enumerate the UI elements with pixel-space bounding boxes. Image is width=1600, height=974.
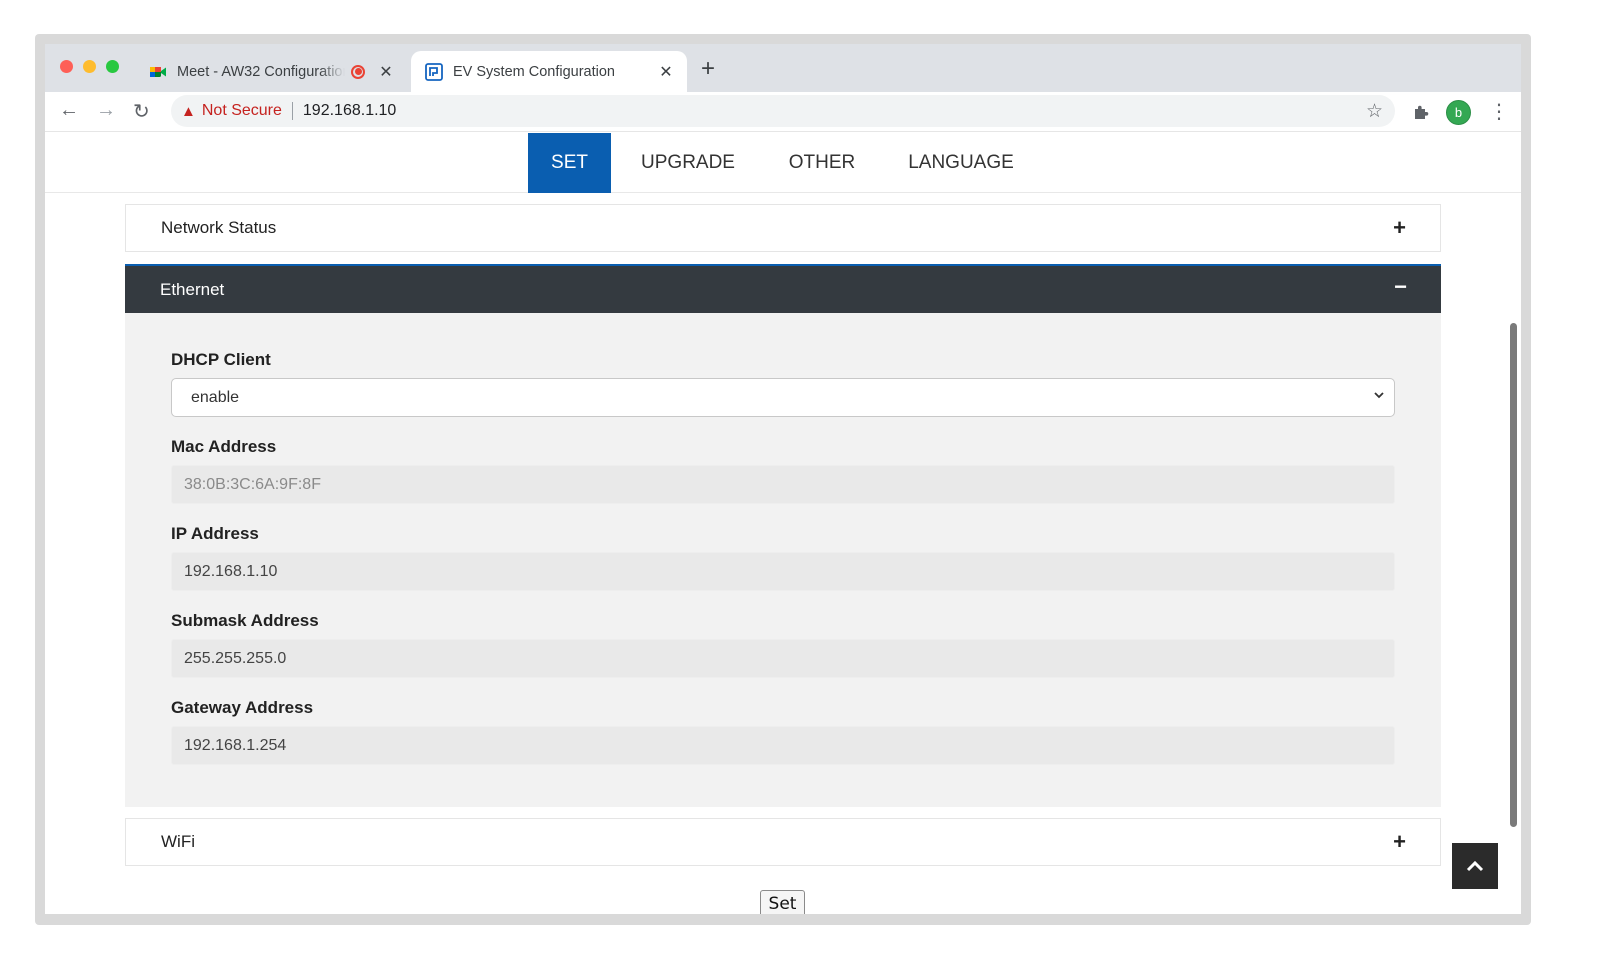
expand-plus-icon[interactable]: + [1393,829,1406,855]
gateway-address-value: 192.168.1.254 [184,736,287,754]
maximize-window-button[interactable] [106,60,119,73]
close-tab-icon[interactable]: ✕ [655,62,677,82]
expand-plus-icon[interactable]: + [1393,215,1406,241]
ethernet-header[interactable]: Ethernet − [125,264,1441,313]
browser-window: Meet - AW32 Configuration ✕ EV System Co… [45,44,1521,914]
back-arrow-icon[interactable]: ← [59,99,79,122]
set-button[interactable]: Set [760,890,805,914]
tab-ev-config-title: EV System Configuration [453,63,615,80]
close-window-button[interactable] [60,60,73,73]
ip-address-label: IP Address [171,524,259,543]
nav-upgrade[interactable]: UPGRADE [631,133,745,193]
site-favicon [425,62,443,81]
bookmark-star-icon[interactable]: ☆ [1366,100,1383,123]
profile-avatar[interactable]: b [1446,100,1471,125]
mac-address-field: 38:0B:3C:6A:9F:8F [171,465,1395,504]
ip-address-value: 192.168.1.10 [184,562,278,580]
forward-arrow-icon[interactable]: → [96,99,116,122]
extensions-puzzle-icon[interactable] [1412,103,1430,121]
address-bar[interactable]: ▲ Not Secure 192.168.1.10 ☆ [171,95,1395,127]
reload-icon[interactable]: ↻ [133,99,150,124]
address-divider [291,102,293,120]
browser-toolbar: ← → ↻ ▲ Not Secure 192.168.1.10 ☆ b ⋮ [45,92,1521,132]
nav-other[interactable]: OTHER [778,133,866,193]
network-status-title: Network Status [161,218,277,237]
mac-address-label: Mac Address [171,437,277,456]
mac-address-value: 38:0B:3C:6A:9F:8F [184,475,321,493]
chevron-up-icon [1466,860,1484,872]
not-secure-label[interactable]: Not Secure [202,102,282,120]
ethernet-panel: DHCP Client enable Mac Address 38:0B:3C:… [125,313,1441,807]
page-nav: SET UPGRADE OTHER LANGUAGE [45,133,1521,193]
gateway-address-field[interactable]: 192.168.1.254 [171,726,1395,765]
tab-meet[interactable]: Meet - AW32 Configuration ✕ [135,51,407,92]
collapse-minus-icon[interactable]: − [1394,274,1407,300]
tab-strip: Meet - AW32 Configuration ✕ EV System Co… [45,44,1521,92]
url-text[interactable]: 192.168.1.10 [303,102,396,120]
google-meet-icon [150,66,166,77]
dhcp-client-select[interactable]: enable [171,378,1395,417]
nav-language[interactable]: LANGUAGE [898,133,1024,193]
ip-address-field[interactable]: 192.168.1.10 [171,552,1395,591]
back-to-top-button[interactable] [1452,843,1498,889]
new-tab-button[interactable]: + [701,55,715,83]
nav-set[interactable]: SET [528,133,611,193]
wifi-title: WiFi [161,832,195,851]
tab-meet-title: Meet - AW32 Configuration [177,63,345,80]
network-status-header[interactable]: Network Status + [125,204,1441,252]
warning-triangle-icon: ▲ [181,102,196,120]
submask-address-field[interactable]: 255.255.255.0 [171,639,1395,678]
submask-address-value: 255.255.255.0 [184,649,287,667]
close-tab-icon[interactable]: ✕ [375,62,397,82]
dhcp-client-value: enable [191,388,240,406]
chevron-down-icon [1374,392,1384,399]
dhcp-client-label: DHCP Client [171,350,271,369]
recording-indicator-icon [351,64,365,79]
tab-ev-config[interactable]: EV System Configuration ✕ [411,51,687,92]
ethernet-title: Ethernet [160,279,225,299]
gateway-address-label: Gateway Address [171,698,314,717]
wifi-header[interactable]: WiFi + [125,818,1441,866]
scrollbar-thumb[interactable] [1510,323,1517,827]
browser-menu-icon[interactable]: ⋮ [1489,99,1509,124]
minimize-window-button[interactable] [83,60,96,73]
submask-address-label: Submask Address [171,611,319,630]
